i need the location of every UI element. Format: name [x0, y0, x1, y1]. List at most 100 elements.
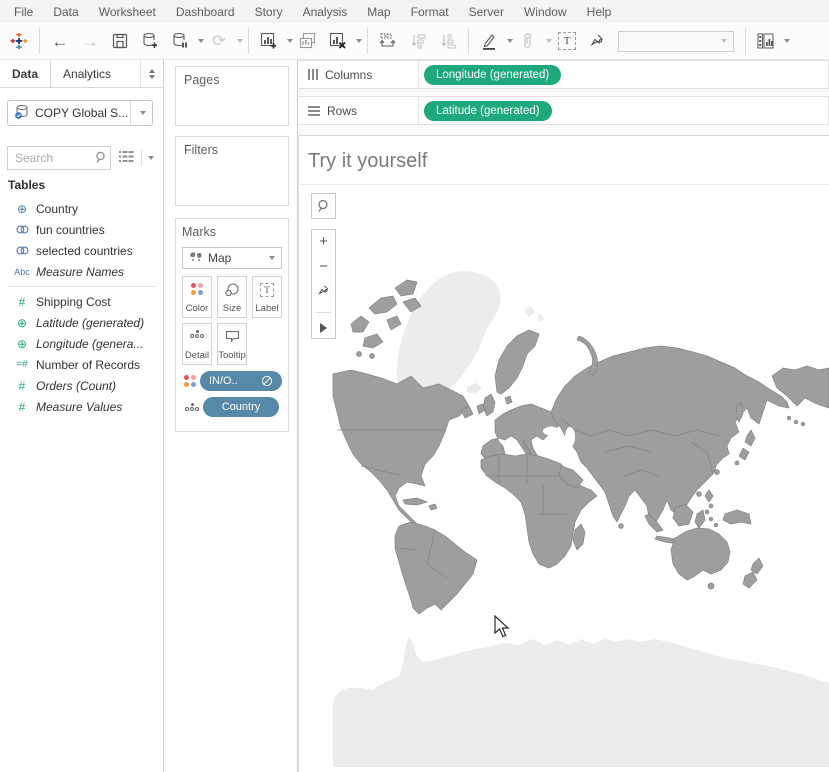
datasource-selector[interactable]: COPY Global S...: [7, 100, 153, 126]
datasource-caret[interactable]: [130, 101, 152, 125]
detail-button[interactable]: Detail: [182, 323, 212, 365]
zoom-out-button[interactable]: −: [312, 260, 335, 274]
field-longitude[interactable]: ⊕ Longitude (genera...: [0, 333, 163, 354]
presentation-pin-icon[interactable]: [584, 28, 610, 54]
new-datasource-icon[interactable]: [137, 28, 163, 54]
filters-label: Filters: [184, 143, 218, 157]
columns-shelf-label: Columns: [298, 61, 419, 88]
label-button[interactable]: T Label: [252, 276, 282, 318]
columns-shelf[interactable]: Columns Longitude (generated): [298, 60, 829, 89]
longitude-pill[interactable]: Longitude (generated): [424, 65, 561, 85]
rows-shelf[interactable]: Rows Latitude (generated): [298, 96, 829, 125]
field-measure-names[interactable]: Abc Measure Names: [0, 261, 163, 282]
clear-sheet-icon[interactable]: [325, 28, 351, 54]
mark-type-value: Map: [208, 251, 266, 265]
map-controls-expand-icon[interactable]: [320, 323, 327, 333]
mark-type-dropdown[interactable]: Map: [182, 247, 282, 269]
field-shipping-cost[interactable]: # Shipping Cost: [0, 291, 163, 312]
menu-data[interactable]: Data: [43, 5, 88, 19]
sheet-title[interactable]: Try it yourself: [308, 150, 427, 173]
zoom-in-button[interactable]: +: [312, 235, 335, 249]
datasource-name: COPY Global S...: [35, 106, 130, 120]
tooltip-button[interactable]: Tooltip: [217, 323, 247, 365]
size-button[interactable]: Size: [217, 276, 247, 318]
label-label: Label: [255, 303, 278, 314]
menu-file[interactable]: File: [4, 5, 43, 19]
field-label: Country: [36, 202, 78, 216]
back-icon[interactable]: ←: [47, 28, 73, 54]
field-label: Measure Values: [36, 400, 122, 414]
mark-type-caret[interactable]: [269, 256, 275, 260]
set-icon: [8, 245, 36, 256]
view-as-list-icon[interactable]: [119, 150, 134, 166]
save-icon[interactable]: [107, 28, 133, 54]
show-me-icon[interactable]: [753, 28, 779, 54]
menu-analysis[interactable]: Analysis: [293, 5, 358, 19]
tooltip-icon: [225, 330, 240, 346]
tables-header: Tables: [8, 178, 45, 192]
menu-story[interactable]: Story: [245, 5, 293, 19]
color-pill-label: IN/O..: [209, 375, 238, 387]
country-pill-label: Country: [222, 401, 261, 413]
swap-rows-columns-icon[interactable]: [375, 28, 401, 54]
field-label: Latitude (generated): [36, 316, 144, 330]
color-icon: [191, 283, 203, 295]
menu-window[interactable]: Window: [514, 5, 577, 19]
columns-icon: [308, 69, 318, 80]
map-zoom-control: + −: [311, 229, 336, 339]
clear-sheet-caret[interactable]: [356, 39, 362, 43]
field-country[interactable]: ⊕ Country: [0, 198, 163, 219]
toolbar-separator: [248, 28, 249, 54]
duplicate-sheet-icon[interactable]: [295, 28, 321, 54]
tableau-logo-icon[interactable]: [6, 28, 32, 54]
set-icon: [8, 224, 36, 235]
field-label: selected countries: [36, 244, 133, 258]
data-pane-tabs: Data Analytics: [0, 60, 163, 88]
field-fun-countries[interactable]: fun countries: [0, 219, 163, 240]
pages-shelf[interactable]: Pages: [175, 66, 289, 126]
highlight-caret[interactable]: [507, 39, 513, 43]
tab-analytics[interactable]: Analytics: [51, 60, 123, 87]
menu-dashboard[interactable]: Dashboard: [166, 5, 245, 19]
country-pill[interactable]: Country: [203, 397, 279, 417]
forward-icon: →: [77, 28, 103, 54]
menu-format[interactable]: Format: [401, 5, 459, 19]
color-pill[interactable]: IN/O..: [200, 371, 282, 391]
pane-collapse-icon[interactable]: [140, 60, 163, 87]
field-label: Number of Records: [36, 358, 140, 372]
pause-auto-updates-icon[interactable]: [167, 28, 193, 54]
menu-worksheet[interactable]: Worksheet: [89, 5, 166, 19]
globe-icon: ⊕: [8, 337, 36, 351]
menu-server[interactable]: Server: [459, 5, 514, 19]
set-pill-icon: [261, 375, 273, 387]
field-number-of-records[interactable]: =# Number of Records: [0, 354, 163, 375]
field-list-options-caret[interactable]: [148, 156, 154, 160]
field-orders-count[interactable]: # Orders (Count): [0, 375, 163, 396]
tableau-window: File Data Worksheet Dashboard Story Anal…: [0, 0, 829, 772]
field-list: ⊕ Country fun countries selected countri…: [0, 198, 163, 417]
field-measure-values[interactable]: # Measure Values: [0, 396, 163, 417]
detail-label: Detail: [185, 350, 209, 361]
filters-shelf[interactable]: Filters: [175, 136, 289, 206]
field-selected-countries[interactable]: selected countries: [0, 240, 163, 261]
pause-updates-caret[interactable]: [198, 39, 204, 43]
new-worksheet-icon[interactable]: [256, 28, 282, 54]
show-mark-labels-icon[interactable]: T: [554, 28, 580, 54]
fit-selector[interactable]: [618, 31, 734, 52]
zoom-home-pin-icon[interactable]: [317, 284, 330, 301]
menu-map[interactable]: Map: [357, 5, 400, 19]
map-search-button[interactable]: [311, 193, 336, 219]
toolbar-separator: [468, 28, 469, 54]
color-button[interactable]: Color: [182, 276, 212, 318]
show-me-caret[interactable]: [784, 39, 790, 43]
map-mark-icon: [189, 251, 203, 265]
field-latitude[interactable]: ⊕ Latitude (generated): [0, 312, 163, 333]
tab-data[interactable]: Data: [0, 60, 51, 87]
menu-help[interactable]: Help: [577, 5, 622, 19]
highlight-icon[interactable]: [476, 28, 502, 54]
new-worksheet-caret[interactable]: [287, 39, 293, 43]
map-view[interactable]: + −: [299, 184, 829, 767]
toolbar-separator: [39, 28, 40, 54]
rows-icon: [308, 106, 320, 116]
latitude-pill[interactable]: Latitude (generated): [424, 101, 552, 121]
